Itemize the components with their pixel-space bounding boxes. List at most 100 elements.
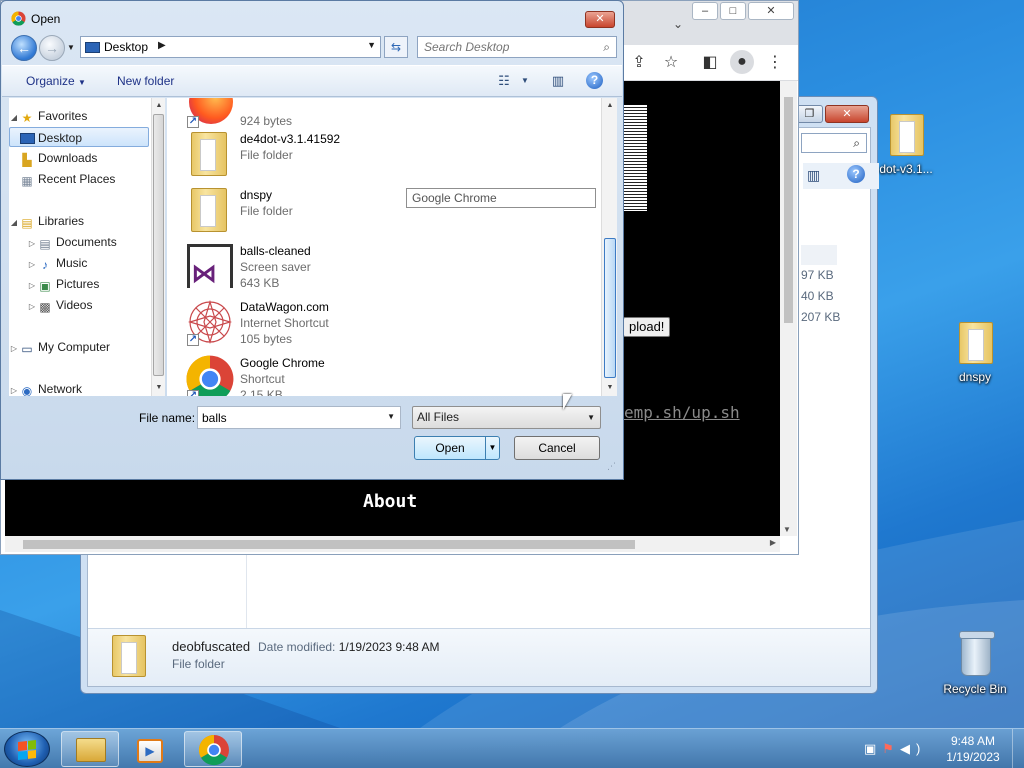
vertical-scrollbar[interactable]: ▼: [780, 81, 797, 536]
chevron-down-icon[interactable]: ▼: [587, 407, 595, 428]
file-item-google-chrome[interactable]: ↗ Google Chrome Shortcut 2.15 KB: [185, 352, 485, 396]
nav-network[interactable]: ▷ ◉ Network: [9, 379, 82, 396]
help-icon[interactable]: ?: [847, 165, 865, 183]
minimize-button[interactable]: –: [692, 2, 718, 20]
explorer-toolbar: ▥ ?: [803, 163, 879, 189]
file-item-partial[interactable]: ↗ 924 bytes: [185, 98, 485, 132]
breadcrumb-arrow-icon[interactable]: ▶: [158, 40, 166, 51]
nav-videos[interactable]: ▷ ▩ Videos: [27, 295, 93, 317]
file-item-de4dot[interactable]: de4dot-v3.1.41592 File folder: [185, 128, 485, 182]
refresh-button[interactable]: ⇆: [384, 36, 408, 58]
upload-button[interactable]: pload!: [623, 317, 671, 337]
about-heading[interactable]: About: [363, 491, 417, 512]
open-dropdown-icon[interactable]: ▼: [485, 437, 499, 459]
videos-icon: ▩: [39, 300, 51, 314]
taskbar-chrome[interactable]: [184, 731, 242, 767]
collapsed-arrow-icon[interactable]: ▷: [27, 234, 37, 254]
qr-code-image: [623, 105, 647, 211]
scroll-thumb[interactable]: [23, 540, 635, 549]
nav-favorites[interactable]: ◢ ★ Favorites: [9, 106, 87, 126]
search-box[interactable]: ⌕: [417, 36, 617, 58]
volume-icon[interactable]: ◀): [900, 741, 926, 756]
bookmark-star-icon[interactable]: ☆: [659, 51, 683, 75]
scroll-down-icon[interactable]: ▼: [783, 525, 791, 534]
chrome-logo-icon: ↗: [185, 354, 235, 396]
open-button[interactable]: Open ▼: [414, 436, 500, 460]
help-icon[interactable]: ?: [586, 72, 603, 89]
tab-search-chevron-icon[interactable]: ⌄: [673, 17, 683, 31]
scroll-thumb[interactable]: [604, 238, 616, 378]
nav-recent-places[interactable]: ▦ Recent Places: [9, 169, 115, 189]
nav-pictures[interactable]: ▷ ▣ Pictures: [27, 274, 99, 294]
back-button[interactable]: ←: [11, 35, 37, 61]
file-item-datawagon[interactable]: ↗ DataWagon.com Internet Shortcut 105 by…: [185, 296, 485, 350]
preview-pane-icon[interactable]: ▥: [549, 72, 567, 90]
network-status-icon[interactable]: ▣: [864, 741, 882, 756]
forward-button[interactable]: →: [39, 35, 65, 61]
organize-button[interactable]: Organize ▼: [26, 74, 86, 88]
address-text[interactable]: Desktop: [104, 40, 148, 54]
nav-desktop[interactable]: Desktop: [9, 127, 149, 147]
expand-arrow-icon[interactable]: ◢: [9, 213, 19, 233]
view-dropdown-icon[interactable]: ▼: [516, 72, 534, 90]
show-desktop-button[interactable]: [1012, 729, 1024, 768]
recent-locations-chevron-icon[interactable]: ▼: [67, 43, 75, 52]
explorer-column-header[interactable]: [801, 245, 837, 265]
desktop-icon-dnspy[interactable]: dnspy: [935, 318, 1015, 384]
scroll-thumb[interactable]: [153, 114, 164, 376]
collapsed-arrow-icon[interactable]: ▷: [27, 255, 37, 275]
collapsed-arrow-icon[interactable]: ▷: [9, 339, 19, 359]
file-list-scrollbar[interactable]: ▲ ▼: [601, 98, 617, 396]
nav-documents[interactable]: ▷ ▤ Documents: [27, 232, 117, 252]
nav-music[interactable]: ▷ ♪ Music: [27, 253, 87, 273]
clock[interactable]: 9:48 AM 1/19/2023: [938, 733, 1008, 765]
chevron-down-icon[interactable]: ▼: [387, 412, 395, 421]
upload-script-link[interactable]: emp.sh/up.sh: [624, 403, 740, 422]
view-options-icon[interactable]: ☷: [495, 72, 513, 90]
details-modified: Date modified: 1/19/2023 9:48 AM: [258, 640, 439, 654]
collapsed-arrow-icon[interactable]: ▷: [27, 276, 37, 296]
profile-avatar-icon[interactable]: ●: [730, 50, 754, 74]
address-bar[interactable]: Desktop ▶ ▼: [80, 36, 381, 58]
collapsed-arrow-icon[interactable]: ▷: [27, 297, 37, 317]
nav-scrollbar[interactable]: ▲ ▼: [151, 98, 165, 396]
nav-my-computer[interactable]: ▷ ▭ My Computer: [9, 337, 110, 357]
dialog-close-button[interactable]: ✕: [585, 11, 615, 28]
nav-libraries[interactable]: ◢ ▤ Libraries: [9, 211, 84, 231]
file-type: File folder: [240, 204, 293, 218]
menu-dots-icon[interactable]: ⋮: [763, 51, 787, 75]
action-center-icon[interactable]: ⚑: [882, 741, 900, 756]
resize-grip-icon[interactable]: ⋰: [607, 461, 616, 472]
scroll-down-icon[interactable]: ▼: [604, 382, 616, 394]
scroll-right-icon[interactable]: ▶: [770, 538, 776, 547]
explorer-search-box[interactable]: ⌕: [801, 133, 867, 153]
new-folder-button[interactable]: New folder: [117, 74, 174, 88]
taskbar-media-player[interactable]: ▶: [122, 731, 180, 767]
start-button[interactable]: [4, 731, 50, 767]
scroll-down-icon[interactable]: ▼: [153, 382, 165, 394]
horizontal-scrollbar[interactable]: ▶: [5, 536, 780, 552]
close-button[interactable]: ✕: [825, 105, 869, 123]
cancel-button[interactable]: Cancel: [514, 436, 600, 460]
restore-button[interactable]: ❐: [796, 105, 823, 123]
expand-arrow-icon[interactable]: ◢: [9, 108, 19, 128]
share-icon[interactable]: ⇪: [627, 51, 651, 75]
collapsed-arrow-icon[interactable]: ▷: [9, 381, 19, 396]
file-type-select[interactable]: All Files ▼: [412, 406, 601, 429]
maximize-button[interactable]: □: [720, 2, 746, 20]
preview-pane-icon[interactable]: ▥: [807, 167, 820, 184]
filename-input[interactable]: [198, 407, 378, 428]
close-button[interactable]: ✕: [748, 2, 794, 20]
scroll-up-icon[interactable]: ▲: [604, 100, 616, 112]
nav-downloads[interactable]: ▙ Downloads: [9, 148, 97, 168]
scroll-up-icon[interactable]: ▲: [153, 100, 165, 112]
search-input[interactable]: [418, 37, 588, 57]
address-dropdown-icon[interactable]: ▼: [367, 40, 376, 50]
file-item-balls-cleaned[interactable]: ⋈ balls-cleaned Screen saver 643 KB: [185, 240, 485, 294]
side-panel-icon[interactable]: ◧: [698, 51, 722, 75]
filename-combobox[interactable]: ▼: [197, 406, 401, 429]
pictures-icon: ▣: [39, 279, 51, 293]
taskbar-explorer[interactable]: [61, 731, 119, 767]
desktop-icon-recycle-bin[interactable]: Recycle Bin: [935, 630, 1015, 696]
scroll-thumb[interactable]: [784, 97, 793, 323]
